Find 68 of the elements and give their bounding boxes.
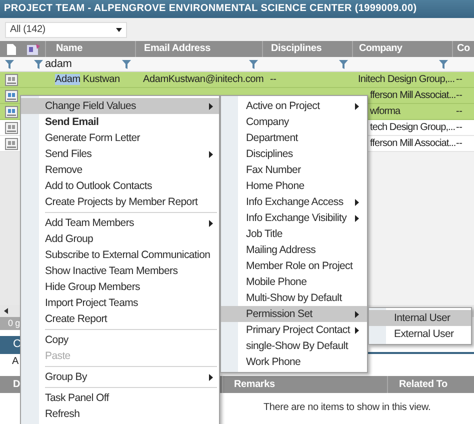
table-cell: Initech Design Group,... xyxy=(358,74,455,85)
menu-item[interactable]: Send Files xyxy=(21,146,219,162)
menu-item[interactable]: Info Exchange Visibility xyxy=(221,210,367,226)
menu-item[interactable]: Member Role on Project xyxy=(221,258,367,274)
window-title: PROJECT TEAM - ALPENGROVE ENVIRONMENTAL SCIENCE CENTER (1999009.00) xyxy=(0,0,474,18)
menu-item[interactable]: Mailing Address xyxy=(221,242,367,258)
menu-item[interactable]: Remove xyxy=(21,162,219,178)
table-cell: -- xyxy=(456,90,462,101)
menu-item[interactable]: Create Projects by Member Report xyxy=(21,194,219,210)
table-cell: -- xyxy=(456,74,462,85)
menu-item[interactable]: Home Phone xyxy=(221,178,367,194)
filter-icon[interactable] xyxy=(4,60,14,68)
menu-item[interactable]: Add Team Members xyxy=(21,215,219,231)
menu-item[interactable]: Subscribe to External Communication xyxy=(21,247,219,263)
contact-card-icon[interactable] xyxy=(4,74,18,86)
table-cell: fferson Mill Associat... xyxy=(370,90,456,101)
menu-item[interactable]: Group By xyxy=(21,369,219,385)
menu-item[interactable]: single-Show By Default xyxy=(221,338,367,354)
table-cell: tech Design Group,... xyxy=(370,122,456,133)
menu-item[interactable]: Disciplines xyxy=(221,146,367,162)
menu-item[interactable]: Add to Outlook Contacts xyxy=(21,178,219,194)
contact-card-icon[interactable] xyxy=(4,106,18,118)
menu-item[interactable]: Generate Form Letter xyxy=(21,130,219,146)
table-cell: fferson Mill Associat... xyxy=(370,138,456,149)
contact-card-icon[interactable] xyxy=(4,90,18,102)
menu-item[interactable]: Fax Number xyxy=(221,162,367,178)
filter-icon[interactable] xyxy=(122,60,131,68)
table-cell: Adam Kustwan xyxy=(55,74,120,85)
menu-item[interactable]: Refresh xyxy=(21,406,219,422)
table-cell: -- xyxy=(456,138,462,149)
menu-item[interactable]: Send Email xyxy=(21,114,219,130)
field-value: A xyxy=(12,356,18,367)
menu-item[interactable]: Show Inactive Team Members xyxy=(21,263,219,279)
menu-item[interactable]: Info Exchange Access xyxy=(221,194,367,210)
menu-item[interactable]: Import Project Teams xyxy=(21,295,219,311)
table-row[interactable]: Adam Kustwan AdamKustwan@initech.com -- Initech Design Group,...-- xyxy=(0,72,474,88)
table-cell: wforma xyxy=(370,106,400,117)
table-cell: AdamKustwan@initech.com xyxy=(143,74,264,85)
menu-item[interactable]: Department xyxy=(221,130,367,146)
table-cell: -- xyxy=(456,122,462,133)
table-cell: -- xyxy=(270,74,276,85)
menu-item[interactable]: Change Field Values xyxy=(21,98,219,114)
empty-message: There are no items to show in this view. xyxy=(263,402,431,413)
contact-card-icon xyxy=(27,44,40,54)
menu-item[interactable]: Company xyxy=(221,114,367,130)
menu-item[interactable]: Work Phone xyxy=(221,354,367,370)
contact-card-icon[interactable] xyxy=(4,138,18,150)
filter-icon[interactable] xyxy=(339,60,348,68)
filter-icon[interactable] xyxy=(249,60,258,68)
menu-item[interactable]: Active on Project xyxy=(221,98,367,114)
table-cell: -- xyxy=(456,106,462,117)
filter-icon[interactable] xyxy=(439,60,448,68)
menu-item[interactable]: Copy xyxy=(21,332,219,348)
document-icon xyxy=(6,44,16,54)
menu-item[interactable]: Multi-Show by Default xyxy=(221,290,367,306)
view-dropdown[interactable]: All (142) xyxy=(5,22,127,38)
menu-item[interactable]: Hide Group Members xyxy=(21,279,219,295)
menu-item[interactable]: Permission Set xyxy=(221,306,367,322)
menu-item[interactable]: Mobile Phone xyxy=(221,274,367,290)
menu-item[interactable]: Internal User xyxy=(369,310,471,326)
menu-item[interactable]: Job Title xyxy=(221,226,367,242)
dropdown-caret-icon xyxy=(116,28,122,32)
menu-item[interactable]: Task Panel Off xyxy=(21,390,219,406)
menu-item[interactable]: Add Group xyxy=(21,231,219,247)
filter-field[interactable]: adam xyxy=(45,58,122,70)
filter-icon[interactable] xyxy=(34,60,43,68)
scroll-left-icon[interactable] xyxy=(4,308,8,314)
contact-card-icon[interactable] xyxy=(4,122,18,134)
